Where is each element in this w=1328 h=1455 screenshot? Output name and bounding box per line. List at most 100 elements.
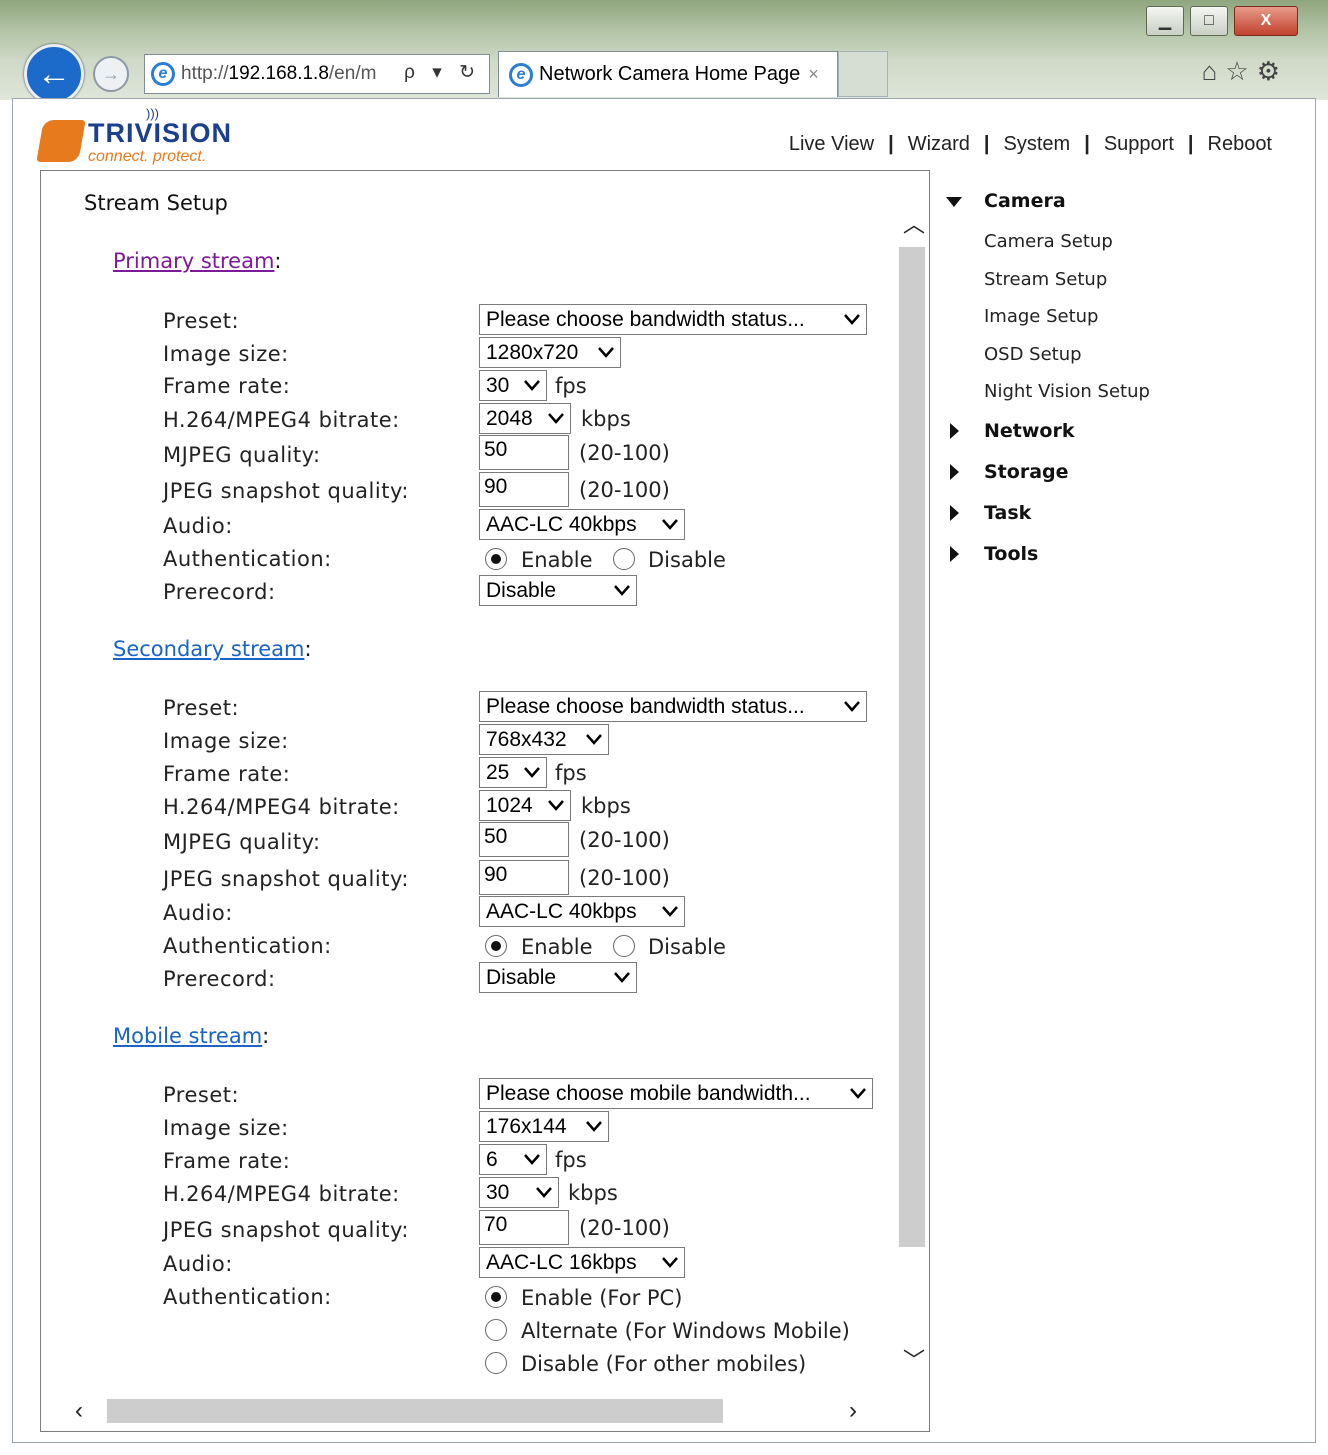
secondary-stream-heading: Secondary stream: [113,637,312,661]
nav-separator: | [1084,133,1090,155]
scroll-left-icon[interactable]: ‹ [75,1397,83,1425]
mobile-frame-rate-label: Frame rate: [163,1149,291,1173]
sidebar-category-storage[interactable]: Storage [984,461,1069,483]
sidebar-category-camera[interactable]: Camera [984,190,1066,212]
address-bar[interactable]: e http://192.168.1.8/en/m ρ ▾ ↻ [144,54,490,94]
primary-stream-link[interactable]: Primary stream [113,249,274,273]
secondary-prerecord-select[interactable]: Disable [479,962,637,993]
nav-wizard[interactable]: Wizard [908,133,970,156]
primary-mjpeg-input[interactable]: 50 [479,435,569,470]
logo-badge-icon [36,120,86,162]
new-tab-button[interactable] [838,51,888,97]
secondary-preset-label: Preset: [163,696,240,720]
select-value: 30 [486,373,510,397]
scroll-up-icon[interactable]: ︿ [903,207,925,239]
forward-button[interactable]: → [93,56,129,92]
vertical-scroll-thumb[interactable] [899,247,925,1247]
mobile-frame-rate-select[interactable]: 6 [479,1144,547,1175]
secondary-image-size-select[interactable]: 768x432 [479,724,609,755]
secondary-mjpeg-input[interactable]: 50 [479,822,569,857]
secondary-bitrate-select[interactable]: 1024 [479,790,571,821]
url-host: 192.168.1.8 [228,63,329,84]
mobile-auth-disable-radio[interactable] [485,1352,507,1374]
primary-jpeg-label: JPEG snapshot quality: [163,479,409,503]
primary-frame-rate-label: Frame rate: [163,374,291,398]
primary-prerecord-select[interactable]: Disable [479,575,637,606]
sidebar-category-tools[interactable]: Tools [984,543,1038,565]
scroll-right-icon[interactable]: › [849,1397,857,1425]
select-value: AAC-LC 40kbps [486,899,637,923]
stream-setup-panel: Stream Setup Primary stream: Preset: Ple… [40,170,930,1432]
nav-live-view[interactable]: Live View [789,133,874,156]
mobile-image-size-select[interactable]: 176x144 [479,1111,609,1142]
primary-audio-select[interactable]: AAC-LC 40kbps [479,509,685,540]
mobile-bitrate-select[interactable]: 30 [479,1177,559,1208]
sidebar-item-osd-setup[interactable]: OSD Setup [984,344,1082,365]
ie-page-icon: e [151,62,175,86]
minimize-button[interactable]: ▁ [1146,6,1184,36]
nav-support[interactable]: Support [1104,133,1174,156]
primary-stream-heading: Primary stream: [113,249,282,273]
primary-auth-enable-radio[interactable] [485,548,507,570]
top-navigation: Live View | Wizard | System | Support | … [789,133,1272,156]
primary-preset-label: Preset: [163,309,240,333]
heading-colon: : [304,637,312,661]
sidebar-item-stream-setup[interactable]: Stream Setup [984,269,1107,290]
settings-gear-icon[interactable]: ⚙ [1257,56,1288,86]
secondary-auth-enable-radio[interactable] [485,935,507,957]
primary-image-size-select[interactable]: 1280x720 [479,337,621,368]
secondary-audio-select[interactable]: AAC-LC 40kbps [479,896,685,927]
kbps-unit: kbps [568,1181,618,1205]
enable-label: Enable [521,935,593,959]
nav-separator: | [888,133,894,155]
collapsed-triangle-icon [950,464,959,480]
primary-bitrate-select[interactable]: 2048 [479,403,571,434]
secondary-mjpeg-label: MJPEG quality: [163,830,321,854]
nav-system[interactable]: System [1004,133,1071,156]
sidebar-item-night-vision-setup[interactable]: Night Vision Setup [984,381,1150,402]
primary-preset-select[interactable]: Please choose bandwidth status... [479,304,867,335]
horizontal-scroll-thumb[interactable] [107,1399,723,1423]
primary-frame-rate-select[interactable]: 30 [479,370,547,401]
nav-reboot[interactable]: Reboot [1208,133,1273,156]
scroll-down-icon[interactable]: ﹀ [903,1343,925,1375]
sidebar-category-network[interactable]: Network [984,420,1074,442]
vertical-scrollbar[interactable]: ︿ ﹀ [899,181,927,1377]
nav-separator: | [1187,133,1194,155]
primary-jpeg-input[interactable]: 90 [479,472,569,507]
sidebar-item-camera-setup[interactable]: Camera Setup [984,231,1113,252]
secondary-stream-link[interactable]: Secondary stream [113,637,304,661]
maximize-button[interactable]: □ [1190,6,1228,36]
secondary-jpeg-input[interactable]: 90 [479,860,569,895]
select-value: AAC-LC 40kbps [486,512,637,536]
favorites-star-icon[interactable]: ☆ [1225,56,1256,86]
mobile-auth-enable-radio[interactable] [485,1286,507,1308]
horizontal-scrollbar[interactable]: ‹ › [41,1391,929,1431]
mobile-jpeg-input[interactable]: 70 [479,1210,569,1245]
sidebar-item-image-setup[interactable]: Image Setup [984,306,1099,327]
home-icon[interactable]: ⌂ [1202,56,1226,86]
primary-auth-disable-radio[interactable] [613,548,635,570]
address-tools[interactable]: ρ ▾ ↻ [404,61,481,84]
chevron-down-icon [536,1187,552,1198]
kbps-unit: kbps [581,407,631,431]
tab-title: Network Camera Home Page [539,63,801,85]
mobile-bitrate-label: H.264/MPEG4 bitrate: [163,1182,400,1206]
range-hint: (20-100) [579,828,670,852]
mobile-audio-select[interactable]: AAC-LC 16kbps [479,1247,685,1278]
secondary-preset-select[interactable]: Please choose bandwidth status... [479,691,867,722]
collapsed-triangle-icon [950,423,959,439]
secondary-auth-disable-radio[interactable] [613,935,635,957]
heading-colon: : [274,249,282,273]
tab-network-camera[interactable]: e Network Camera Home Page × [498,51,838,97]
close-window-button[interactable]: X [1234,6,1298,36]
mobile-preset-select[interactable]: Please choose mobile bandwidth... [479,1078,873,1109]
mobile-auth-alternate-radio[interactable] [485,1319,507,1341]
select-value: 1280x720 [486,340,579,364]
mobile-stream-link[interactable]: Mobile stream [113,1024,262,1048]
tab-close-icon[interactable]: × [808,64,819,85]
mobile-preset-label: Preset: [163,1083,240,1107]
secondary-frame-rate-select[interactable]: 25 [479,757,547,788]
sidebar-category-task[interactable]: Task [984,502,1031,524]
back-button[interactable]: ← [24,44,84,104]
